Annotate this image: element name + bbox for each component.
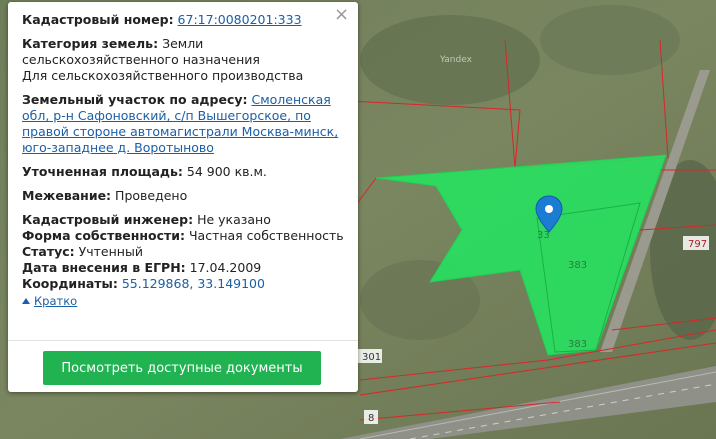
view-documents-button[interactable]: Посмотреть доступные документы bbox=[43, 351, 321, 385]
address-link[interactable]: юго-западнее д. Воротыново bbox=[22, 140, 214, 155]
close-icon[interactable]: × bbox=[334, 6, 349, 24]
map-watermark: Yandex bbox=[439, 55, 473, 65]
cadastral-number-row: Кадастровый номер: 67:17:0080201:333 bbox=[22, 12, 344, 28]
road-number-8: 8 bbox=[364, 410, 378, 424]
svg-text:301: 301 bbox=[362, 352, 381, 363]
land-category-label: Категория земель: bbox=[22, 36, 159, 51]
survey-label: Межевание: bbox=[22, 188, 112, 203]
status-row: Статус: Учтенный bbox=[22, 244, 344, 260]
popup-divider bbox=[8, 340, 358, 341]
address-link[interactable]: обл, р-н Сафоновский, с/п Вышегорское, п… bbox=[22, 108, 311, 123]
address-row: Земельный участок по адресу: Смоленская … bbox=[22, 92, 344, 156]
registry-date-row: Дата внесения в ЕГРН: 17.04.2009 bbox=[22, 260, 344, 276]
parcel-label: 383 bbox=[568, 339, 587, 350]
registry-date-value: 17.04.2009 bbox=[189, 260, 262, 275]
svg-text:797: 797 bbox=[688, 239, 707, 250]
status-label: Статус: bbox=[22, 244, 75, 259]
ownership-value: Частная собственность bbox=[188, 228, 344, 243]
address-link[interactable]: правой стороне автомагистрали Москва-мин… bbox=[22, 124, 338, 139]
cadastral-number-label: Кадастровый номер: bbox=[22, 12, 174, 27]
ownership-row: Форма собственности: Частная собственнос… bbox=[22, 228, 344, 244]
land-category-value: Земли bbox=[162, 36, 204, 51]
collapse-toggle[interactable]: Кратко bbox=[22, 294, 344, 308]
road-number-301: 301 bbox=[358, 349, 382, 363]
area-value: 54 900 кв.м. bbox=[186, 164, 267, 179]
coordinates-label: Координаты: bbox=[22, 276, 118, 291]
ownership-label: Форма собственности: bbox=[22, 228, 185, 243]
engineer-label: Кадастровый инженер: bbox=[22, 212, 194, 227]
parcel-info-popup: × Кадастровый номер: 67:17:0080201:333 К… bbox=[8, 2, 358, 392]
cadastral-number-link[interactable]: 67:17:0080201:333 bbox=[178, 12, 302, 27]
status-value: Учтенный bbox=[78, 244, 143, 259]
parcel-label: 383 bbox=[568, 260, 587, 271]
collapse-label: Кратко bbox=[34, 294, 78, 308]
chevron-up-icon bbox=[22, 298, 30, 304]
address-link[interactable]: Смоленская bbox=[251, 92, 330, 107]
survey-row: Межевание: Проведено bbox=[22, 188, 344, 204]
land-category-value: сельскохозяйственного назначения bbox=[22, 52, 260, 67]
area-row: Уточненная площадь: 54 900 кв.м. bbox=[22, 164, 344, 180]
road-number-797: 797 bbox=[683, 236, 709, 250]
registry-date-label: Дата внесения в ЕГРН: bbox=[22, 260, 186, 275]
area-label: Уточненная площадь: bbox=[22, 164, 183, 179]
coordinates-link[interactable]: 55.129868, 33.149100 bbox=[122, 276, 265, 291]
svg-text:8: 8 bbox=[368, 413, 374, 424]
survey-value: Проведено bbox=[115, 188, 188, 203]
engineer-row: Кадастровый инженер: Не указано bbox=[22, 212, 344, 228]
coordinates-row: Координаты: 55.129868, 33.149100 bbox=[22, 276, 344, 292]
engineer-value: Не указано bbox=[197, 212, 271, 227]
parcel-label: 33 bbox=[537, 230, 550, 241]
terrain-patch bbox=[540, 5, 680, 75]
land-use-value: Для сельскохозяйственного производства bbox=[22, 68, 304, 83]
land-category-row: Категория земель: Земли сельскохозяйстве… bbox=[22, 36, 344, 84]
address-label: Земельный участок по адресу: bbox=[22, 92, 248, 107]
